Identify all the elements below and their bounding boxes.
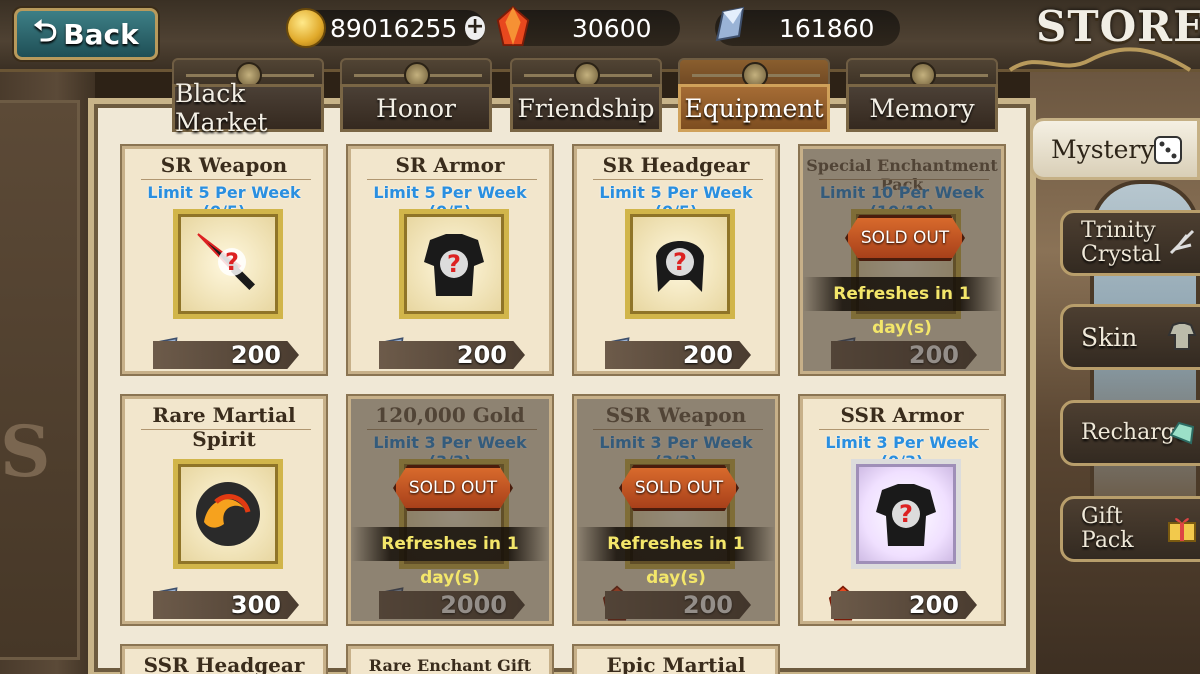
- gold-coin-icon: [286, 8, 326, 48]
- item-icon-frame: [173, 459, 283, 569]
- tab-label: Memory: [846, 84, 998, 132]
- store-item-card[interactable]: SR Headgear Limit 5 Per Week (0/5) ? 200: [574, 146, 778, 374]
- side-menu-trinity-crystal[interactable]: Trinity Crystal: [1060, 210, 1200, 276]
- store-item-card[interactable]: SSR Armor Limit 3 Per Week (0/3) ? 200: [800, 396, 1004, 624]
- back-arrow-icon: ⮌: [33, 13, 58, 49]
- sold-out-badge: SOLD OUT: [845, 215, 965, 261]
- item-icon-frame: ?: [173, 209, 283, 319]
- spirit-orb-icon: [196, 482, 260, 546]
- side-menu-label: Mystery: [1051, 134, 1155, 164]
- refresh-timer: Refreshes in 1 day(s): [577, 527, 775, 588]
- tab-equipment[interactable]: Equipment: [678, 58, 830, 134]
- item-icon-frame: ?: [399, 209, 509, 319]
- mystery-sword-icon: ?: [197, 233, 256, 291]
- item-title: Epic Martial Spirit: [606, 653, 746, 674]
- crystal-gem-icon: [715, 6, 745, 42]
- store-item-card[interactable]: Special Enchantment Pack Limit 10 Per We…: [800, 146, 1004, 374]
- item-icon-frame: ?: [625, 209, 735, 319]
- crystal-value: 161860: [779, 13, 875, 43]
- side-menu-skin[interactable]: Skin: [1060, 304, 1200, 370]
- item-price: 200: [831, 591, 977, 619]
- tab-label: Honor: [340, 84, 492, 132]
- item-title: SSR Headgear: [143, 653, 305, 674]
- item-title: SSR Weapon: [605, 403, 747, 427]
- side-menu-label: Skin: [1081, 322, 1138, 352]
- svg-text:?: ?: [673, 248, 687, 276]
- item-price: 300: [153, 591, 299, 619]
- store-item-card[interactable]: SR Armor Limit 5 Per Week (0/5) ? 200: [348, 146, 552, 374]
- refresh-timer: Refreshes in 1 day(s): [351, 527, 549, 588]
- store-item-card[interactable]: SR Weapon Limit 5 Per Week (0/5) ? 200: [122, 146, 326, 374]
- outfit-icon: [1167, 322, 1197, 350]
- tab-label: Black Market: [172, 79, 324, 137]
- item-title: SR Armor: [395, 153, 505, 177]
- item-title: 120,000 Gold: [375, 403, 525, 427]
- back-button[interactable]: ⮌ Back: [14, 8, 158, 60]
- back-label: Back: [63, 17, 139, 51]
- item-title: Rare Martial Spirit: [152, 403, 296, 451]
- gift-box-icon: [1168, 518, 1196, 542]
- svg-text:?: ?: [899, 500, 913, 528]
- store-item-card[interactable]: 120,000 Gold Limit 3 Per Week (3/3) 2000…: [348, 396, 552, 624]
- sold-out-badge: SOLD OUT: [393, 465, 513, 511]
- svg-text:?: ?: [447, 250, 461, 278]
- feather-crystal-icon: [1169, 229, 1195, 255]
- item-title: Special Enchantment Pack: [806, 156, 998, 194]
- gold-counter: 89016255 +: [286, 8, 485, 48]
- background-decor: S: [0, 410, 51, 493]
- background-left-wall: S: [0, 70, 95, 674]
- item-price: 200: [831, 341, 977, 369]
- item-price: 200: [605, 591, 751, 619]
- tab-memory[interactable]: Memory: [846, 58, 998, 134]
- ruby-value: 30600: [572, 13, 652, 43]
- crystal-price-icon: [380, 587, 404, 616]
- side-menu-label: Gift Pack: [1081, 504, 1134, 553]
- background-frame: [0, 100, 80, 660]
- tab-label: Friendship: [510, 84, 662, 132]
- gold-value: 89016255: [330, 13, 458, 43]
- gems-icon: [1169, 421, 1195, 445]
- side-menu-gift-pack[interactable]: Gift Pack: [1060, 496, 1200, 562]
- item-title: SR Headgear: [602, 153, 750, 177]
- store-item-card[interactable]: Rare Martial Spirit 300: [122, 396, 326, 624]
- side-menu-mystery[interactable]: Mystery: [1030, 118, 1200, 180]
- mystery-armor-icon: ?: [876, 484, 936, 546]
- svg-text:?: ?: [225, 248, 239, 276]
- ruby-price-icon: [602, 585, 632, 621]
- ruby-counter: 30600: [496, 5, 680, 46]
- sold-out-badge: SOLD OUT: [619, 465, 739, 511]
- store-item-card[interactable]: SSR Weapon Limit 3 Per Week (3/3) 200 SO…: [574, 396, 778, 624]
- tab-label: Equipment: [678, 84, 830, 132]
- side-menu-recharge[interactable]: Recharge: [1060, 400, 1200, 466]
- mystery-armor-icon: ?: [424, 234, 484, 296]
- tab-black-market[interactable]: Black Market: [172, 58, 324, 137]
- tab-friendship[interactable]: Friendship: [510, 58, 662, 134]
- item-price: 2000: [379, 591, 525, 619]
- item-price: 200: [153, 341, 299, 369]
- add-gold-button[interactable]: +: [465, 16, 485, 40]
- refresh-timer: Refreshes in 1 day(s): [803, 277, 1001, 338]
- store-item-card[interactable]: Epic Martial Spirit: [574, 646, 778, 674]
- item-title: SSR Armor: [840, 403, 964, 427]
- item-icon-frame: ?: [851, 459, 961, 569]
- ruby-gem-icon: [496, 5, 530, 46]
- mystery-helmet-icon: ?: [656, 241, 704, 292]
- crystal-price-icon: [832, 337, 856, 366]
- dice-icon: [1154, 136, 1182, 164]
- item-title: Rare Enchant Gift Pack: [368, 656, 532, 674]
- item-title: SR Weapon: [160, 153, 288, 177]
- crystal-counter: 161860: [715, 6, 900, 46]
- store-ornament: [1008, 47, 1192, 72]
- item-price: 200: [379, 341, 525, 369]
- item-price: 200: [605, 341, 751, 369]
- side-menu-label: Trinity Crystal: [1081, 218, 1162, 267]
- tab-honor[interactable]: Honor: [340, 58, 492, 134]
- store-item-card[interactable]: Rare Enchant Gift Pack: [348, 646, 552, 674]
- store-item-card[interactable]: SSR Headgear: [122, 646, 326, 674]
